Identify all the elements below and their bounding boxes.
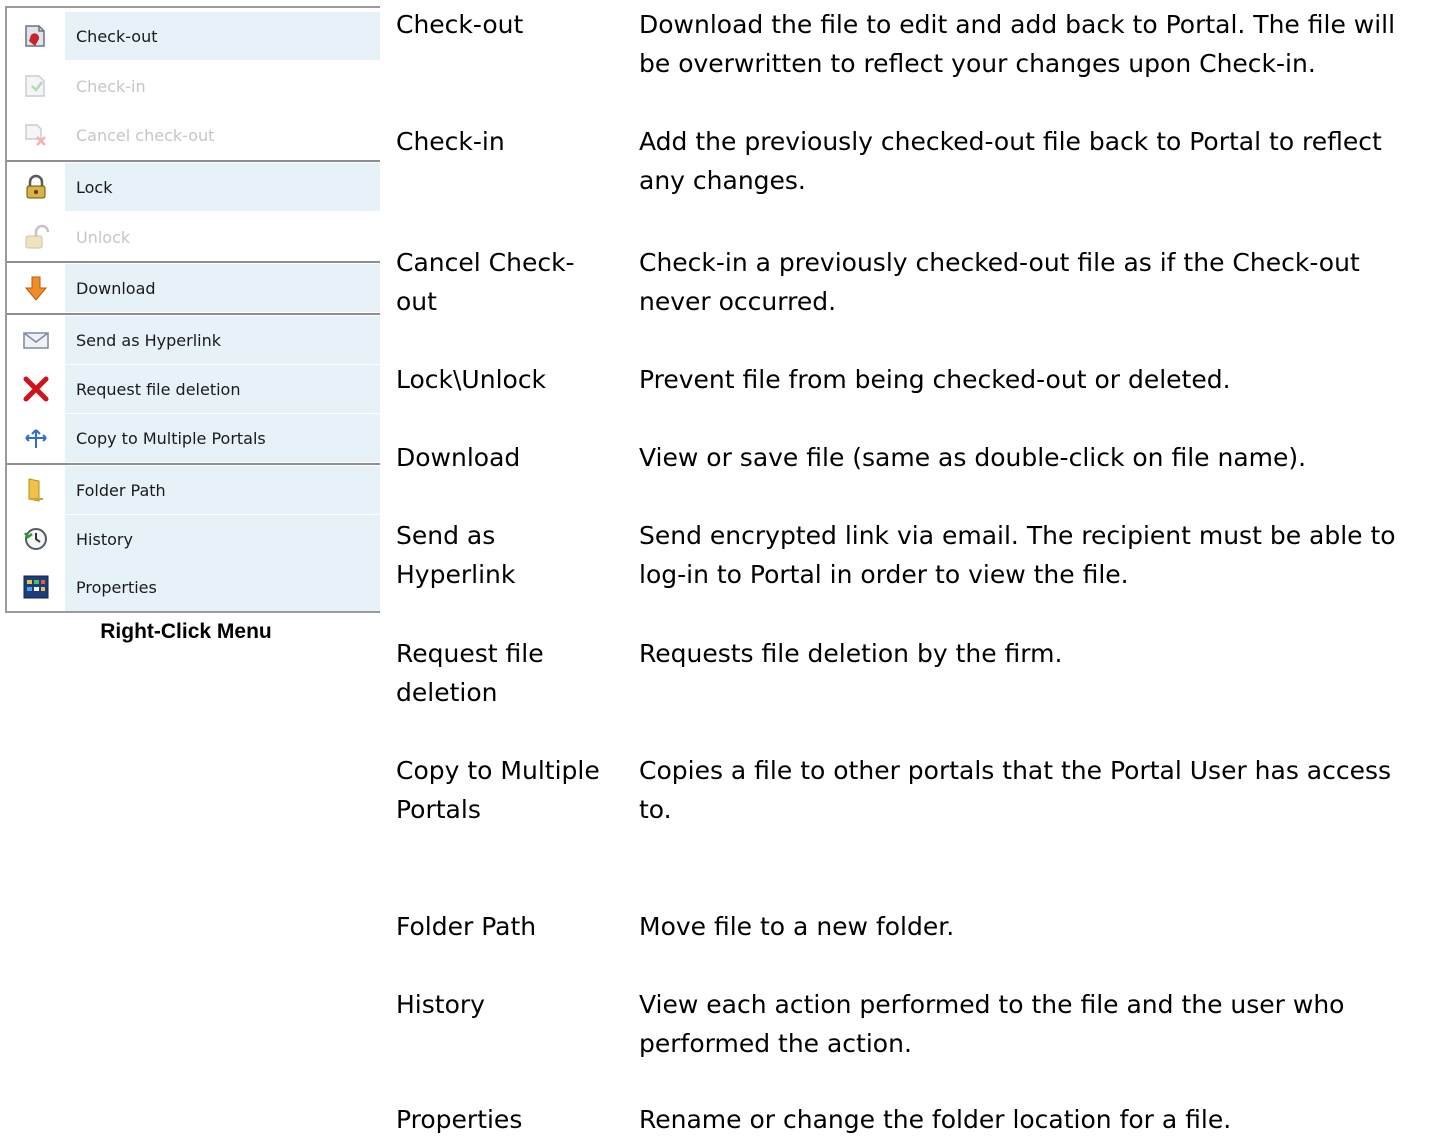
menu-item-label: Copy to Multiple Portals (76, 428, 266, 448)
menu-separator (7, 261, 380, 263)
lock-icon (7, 163, 65, 211)
cancel-check-out-icon (7, 111, 65, 159)
desc-send-as-hyperlink: Send encrypted link via email. The recip… (639, 521, 1396, 589)
folder-icon (7, 466, 65, 514)
copy-arrows-icon (7, 414, 65, 462)
desc-request-file-deletion: Requests file deletion by the firm. (639, 639, 1063, 668)
envelope-icon (7, 316, 65, 364)
term-cancel-check-out: Cancel Check-out (396, 248, 575, 316)
menu-item-label: Folder Path (76, 480, 166, 500)
menu-item-label: Unlock (76, 227, 131, 247)
term-copy-to-multiple-portals: Copy to Multiple Portals (396, 756, 600, 824)
menu-item-label: Download (76, 278, 156, 298)
check-in-icon (7, 62, 65, 110)
menu-item-check-in[interactable]: Check-in (7, 62, 380, 110)
context-menu: Check-out Check-in Cancel check-out Lock… (5, 6, 380, 613)
menu-item-label: History (76, 529, 133, 549)
desc-history: View each action performed to the file a… (639, 990, 1345, 1058)
menu-item-request-file-deletion[interactable]: Request file deletion (7, 365, 380, 413)
menu-item-label: Check-in (76, 76, 146, 96)
menu-item-copy-to-multiple-portals[interactable]: Copy to Multiple Portals (7, 414, 380, 462)
desc-copy-to-multiple-portals: Copies a file to other portals that the … (639, 756, 1392, 824)
menu-item-properties[interactable]: Properties (7, 563, 380, 611)
download-arrow-icon (7, 264, 65, 312)
menu-caption: Right-Click Menu (100, 620, 272, 643)
desc-folder-path: Move file to a new folder. (639, 912, 955, 941)
clock-history-icon (7, 515, 65, 563)
menu-item-cancel-check-out[interactable]: Cancel check-out (7, 111, 380, 159)
term-folder-path: Folder Path (396, 912, 537, 941)
desc-check-in: Add the previously checked-out file back… (639, 127, 1382, 195)
term-check-in: Check-in (396, 127, 505, 156)
menu-item-label: Cancel check-out (76, 125, 215, 145)
properties-grid-icon (7, 563, 65, 611)
desc-check-out: Download the file to edit and add back t… (639, 10, 1396, 78)
term-check-out: Check-out (396, 10, 524, 39)
term-download: Download (396, 443, 521, 472)
menu-item-check-out[interactable]: Check-out (7, 12, 380, 60)
term-lock-unlock: Lock\Unlock (396, 365, 547, 394)
menu-separator (7, 313, 380, 315)
menu-item-label: Request file deletion (76, 379, 241, 399)
menu-item-label: Send as Hyperlink (76, 330, 221, 350)
menu-item-download[interactable]: Download (7, 264, 380, 312)
term-send-as-hyperlink: Send as Hyperlink (396, 521, 516, 589)
menu-item-label: Properties (76, 577, 157, 597)
desc-lock-unlock: Prevent file from being checked-out or d… (639, 365, 1231, 394)
menu-item-label: Lock (76, 177, 113, 197)
term-properties: Properties (396, 1105, 523, 1134)
unlock-icon (7, 213, 65, 261)
desc-download: View or save file (same as double-click … (639, 443, 1307, 472)
term-request-file-deletion: Request file deletion (396, 639, 544, 707)
red-x-icon (7, 365, 65, 413)
check-out-icon (7, 12, 65, 60)
menu-separator (7, 463, 380, 465)
desc-cancel-check-out: Check-in a previously checked-out file a… (639, 248, 1360, 316)
menu-item-folder-path[interactable]: Folder Path (7, 466, 380, 514)
desc-properties: Rename or change the folder location for… (639, 1105, 1232, 1134)
menu-item-label: Check-out (76, 26, 158, 46)
menu-item-unlock[interactable]: Unlock (7, 213, 380, 261)
menu-item-send-as-hyperlink[interactable]: Send as Hyperlink (7, 316, 380, 364)
term-history: History (396, 990, 485, 1019)
menu-item-history[interactable]: History (7, 515, 380, 563)
menu-separator (7, 160, 380, 162)
menu-item-lock[interactable]: Lock (7, 163, 380, 211)
